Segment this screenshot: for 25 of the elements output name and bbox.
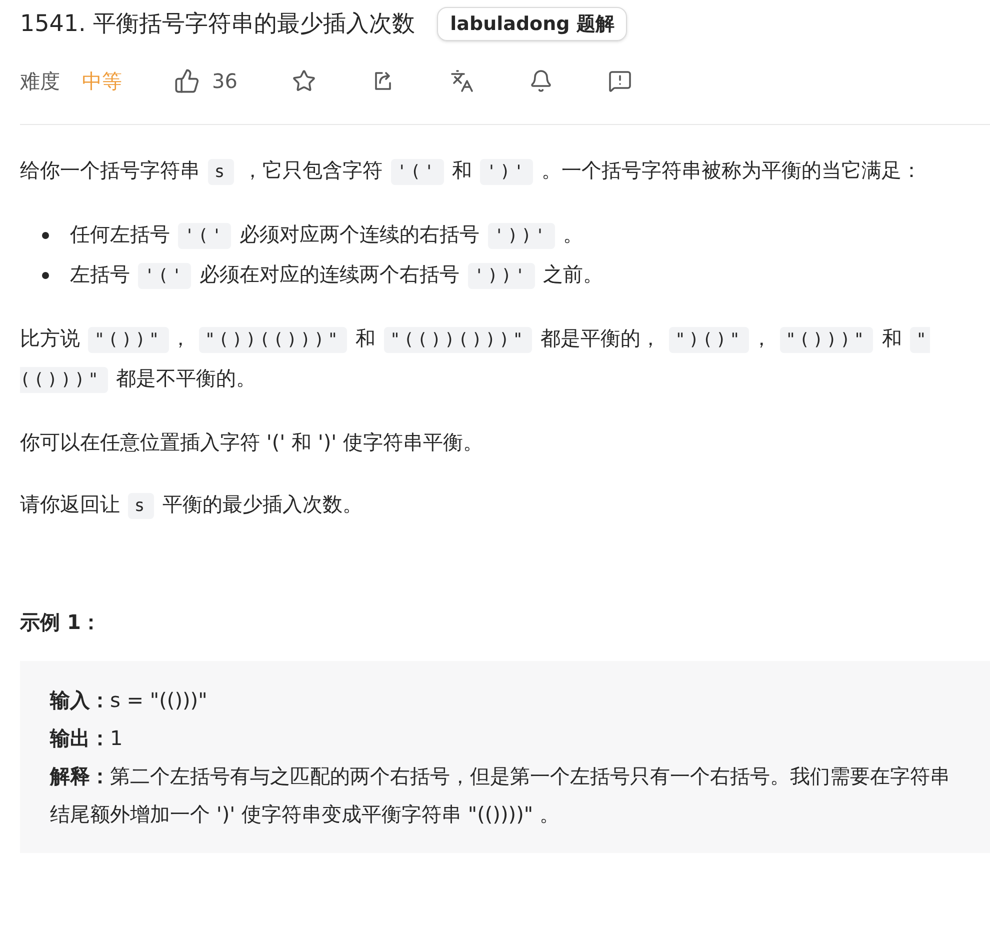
thumbs-up-icon <box>174 68 200 94</box>
translate-icon <box>450 69 474 93</box>
description-paragraph: 你可以在任意位置插入字符 '(' 和 ')' 使字符串平衡。 <box>20 429 484 456</box>
example-heading: 示例 1： <box>20 609 102 636</box>
feedback-icon <box>608 69 632 93</box>
example-line: 解释：第二个左括号有与之匹配的两个右括号，但是第一个左括号只有一个右括号。我们需要在字符串结尾额外增加一个 ')' 使字符串变成平衡字符串 "(())))" 。 <box>50 763 951 828</box>
example-line: 输出：1 <box>50 725 124 752</box>
like-button[interactable]: 36 <box>174 66 238 96</box>
star-icon <box>292 69 316 93</box>
description-paragraph: 给你一个括号字符串 s ，它只包含字符 '(' 和 ')' 。一个括号字符串被称为平衡的当它满足： <box>20 151 980 191</box>
bell-button[interactable] <box>529 69 554 93</box>
description-paragraph: 请你返回让 s 平衡的最少插入次数。 <box>20 485 980 525</box>
difficulty-value: 中等 <box>82 68 122 95</box>
bullet-icon <box>42 232 49 238</box>
bullet-icon <box>42 272 49 278</box>
feedback-button[interactable] <box>608 69 632 93</box>
problem-title: 1541. 平衡括号字符串的最少插入次数 <box>20 10 416 39</box>
translate-button[interactable] <box>450 69 474 93</box>
bell-icon <box>529 69 554 93</box>
star-button[interactable] <box>292 69 316 93</box>
difficulty-label: 难度 <box>20 68 60 95</box>
list-item-text: 左括号 '(' 必须在对应的连续两个右括号 '))' 之前。 <box>70 255 603 295</box>
solution-badge-link[interactable]: labuladong 题解 <box>437 6 628 42</box>
list-item-text: 任何左括号 '(' 必须对应两个连续的右括号 '))' 。 <box>70 215 583 255</box>
example-line: 输入：s = "(()))" <box>50 687 208 714</box>
